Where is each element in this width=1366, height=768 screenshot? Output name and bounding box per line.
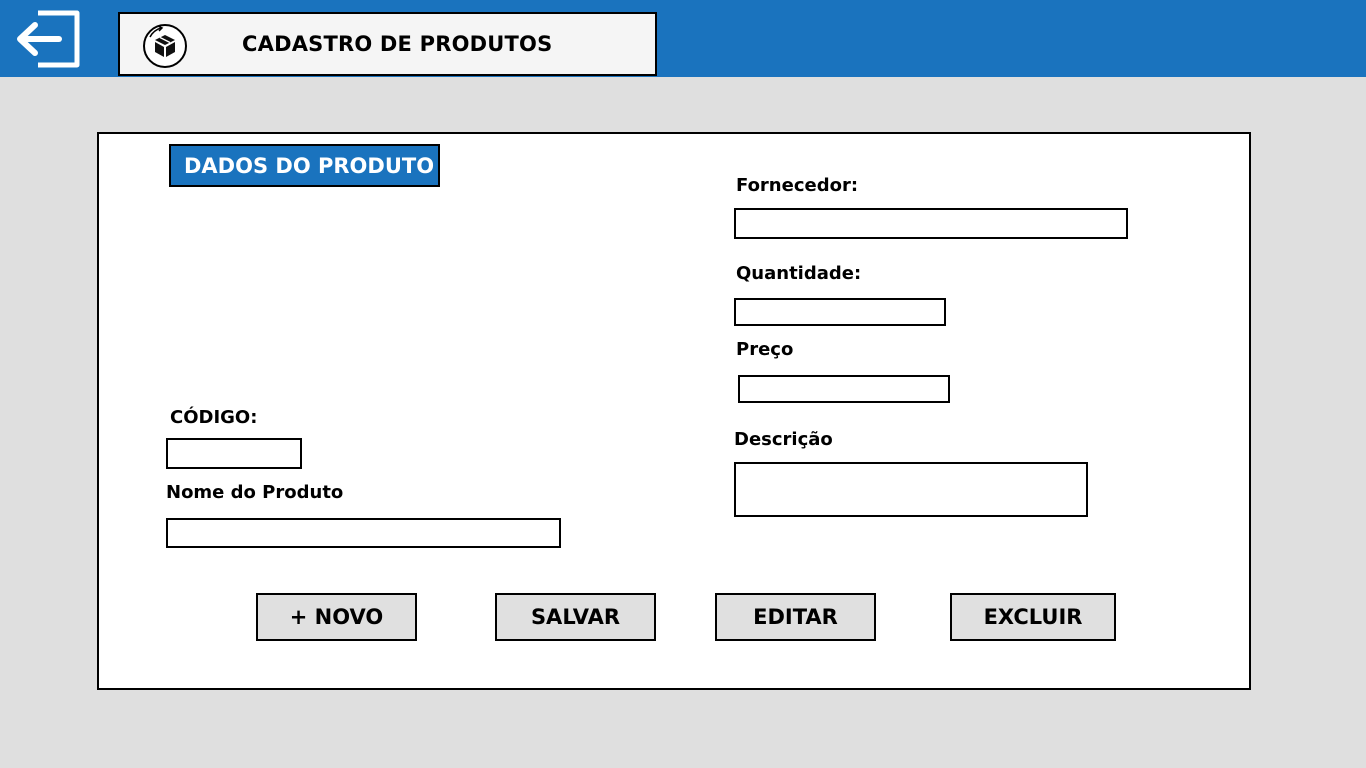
codigo-input[interactable] (166, 438, 302, 469)
product-box-icon (143, 24, 187, 68)
nome-produto-input[interactable] (166, 518, 561, 548)
quantidade-input[interactable] (734, 298, 946, 326)
descricao-input[interactable] (734, 462, 1088, 517)
editar-button[interactable]: EDITAR (715, 593, 876, 641)
preco-label: Preço (736, 339, 794, 360)
exit-icon (17, 10, 80, 68)
section-title: DADOS DO PRODUTO (169, 144, 440, 187)
excluir-button[interactable]: EXCLUIR (950, 593, 1116, 641)
exit-button[interactable] (14, 10, 82, 68)
product-form-panel: DADOS DO PRODUTO Fornecedor: Quantidade:… (97, 132, 1251, 690)
quantidade-label: Quantidade: (736, 263, 862, 284)
fornecedor-label: Fornecedor: (736, 175, 859, 196)
novo-button[interactable]: + NOVO (256, 593, 417, 641)
fornecedor-input[interactable] (734, 208, 1128, 239)
preco-input[interactable] (738, 375, 950, 403)
nome-produto-label: Nome do Produto (166, 482, 344, 503)
salvar-button[interactable]: SALVAR (495, 593, 656, 641)
descricao-label: Descrição (734, 429, 833, 450)
top-bar: CADASTRO DE PRODUTOS (0, 0, 1366, 77)
page-title-box: CADASTRO DE PRODUTOS (118, 12, 657, 76)
codigo-label: CÓDIGO: (170, 407, 258, 428)
page-title: CADASTRO DE PRODUTOS (242, 32, 553, 56)
